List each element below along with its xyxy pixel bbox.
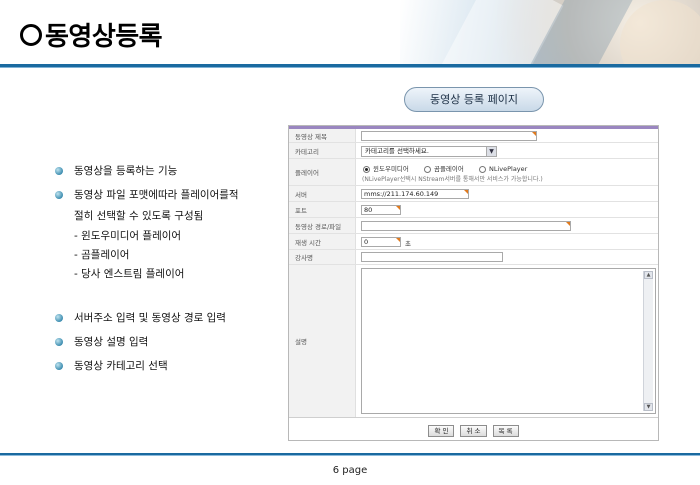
row-title: 동영상 제목 (289, 129, 658, 143)
row-port: 포트 80 (289, 202, 658, 218)
bullet-text: 동영상을 등록하는 기능 (74, 165, 178, 177)
player-radio-group: 윈도우미디어 곰플레이어 NLivePlayer (363, 163, 540, 173)
bullet-text: 동영상 파일 포맷에따라 플레이어를적 (74, 189, 239, 201)
row-category: 카테고리 카테고리를 선택하세요. ▼ (289, 143, 658, 159)
bullet-subitem: - 곰플레이어 (74, 249, 130, 261)
bullet-subitem: - 당사 엔스트림 플레이어 (74, 268, 185, 280)
bullet-icon (55, 362, 63, 370)
form-buttons: 확 인 취 소 목 록 (289, 425, 658, 437)
confirm-button[interactable]: 확 인 (428, 425, 455, 437)
row-player: 플레이어 윈도우미디어 곰플레이어 NLivePlayer (NLivePlay… (289, 159, 658, 186)
title-input[interactable] (361, 131, 537, 141)
category-select[interactable]: 카테고리를 선택하세요. ▼ (361, 146, 497, 157)
scroll-up-icon[interactable]: ▲ (644, 271, 653, 279)
radio-nliveplayer[interactable]: NLivePlayer (478, 165, 527, 173)
server-input[interactable]: mms://211.174.60.149 (361, 189, 469, 199)
scrollbar[interactable]: ▲ ▼ (643, 271, 653, 411)
footer-divider-thin (0, 455, 700, 456)
required-marker (464, 190, 468, 194)
page-title: 동영상등록 (45, 22, 163, 52)
page-number: 6 page (332, 465, 368, 476)
bullet-icon (55, 191, 63, 199)
label-port: 포트 (289, 202, 356, 217)
chevron-down-icon[interactable]: ▼ (486, 147, 496, 156)
label-player: 플레이어 (289, 159, 356, 185)
radio-windows-media[interactable]: 윈도우미디어 (363, 163, 409, 173)
category-selected: 카테고리를 선택하세요. (365, 147, 429, 155)
label-server: 서버 (289, 186, 356, 201)
radio-checked-icon[interactable] (363, 165, 370, 173)
row-description: 설명 ▲ ▼ (289, 265, 658, 418)
scroll-down-icon[interactable]: ▼ (644, 403, 653, 411)
bullet-text: 동영상 카테고리 선택 (74, 360, 168, 372)
row-lecturer: 강사명 (289, 250, 658, 265)
description-textarea[interactable]: ▲ ▼ (361, 268, 656, 414)
radio-unchecked-icon[interactable] (478, 165, 486, 173)
video-register-form: 동영상 제목 카테고리 카테고리를 선택하세요. ▼ 플레이어 윈도우미디어 곰… (288, 125, 659, 441)
cancel-button[interactable]: 취 소 (460, 425, 487, 437)
page-callout: 동영상 등록 페이지 (404, 87, 544, 112)
label-lecturer: 강사명 (289, 250, 356, 264)
lecturer-input[interactable] (361, 252, 503, 262)
list-button[interactable]: 목 록 (492, 425, 519, 437)
bullet-icon (55, 314, 63, 322)
header-banner: 동영상등록 (0, 0, 700, 68)
label-title: 동영상 제목 (289, 129, 356, 142)
radio-unchecked-icon[interactable] (423, 165, 431, 173)
required-marker (566, 222, 570, 226)
title-area: 동영상등록 (20, 16, 163, 53)
path-input[interactable] (361, 221, 571, 231)
label-path: 동영상 경로/파일 (289, 218, 356, 233)
required-marker (532, 132, 536, 136)
bullet-subitem: - 윈도우미디어 플레이어 (74, 230, 182, 242)
bullet-icon (55, 167, 63, 175)
row-duration: 재생 시간 0 초 (289, 234, 658, 250)
row-server: 서버 mms://211.174.60.149 (289, 186, 658, 202)
bullet-text: 절히 선택할 수 있도록 구성됨 (74, 210, 204, 222)
row-path: 동영상 경로/파일 (289, 218, 658, 234)
required-marker (396, 238, 400, 242)
required-marker (396, 206, 400, 210)
bullet-text: 동영상 설명 입력 (74, 336, 149, 348)
label-category: 카테고리 (289, 143, 356, 158)
bullet-icon (55, 338, 63, 346)
label-description: 설명 (289, 265, 356, 417)
duration-input[interactable]: 0 (361, 237, 401, 247)
header-divider-thin (0, 67, 700, 68)
header-photo (400, 0, 700, 66)
label-duration: 재생 시간 (289, 234, 356, 249)
bullet-text: 서버주소 입력 및 동영상 경로 입력 (74, 312, 226, 324)
player-hint: (NLivePlayer선택시 NStream서버를 통해서만 서비스가 가능합… (362, 176, 543, 183)
duration-unit: 초 (405, 240, 411, 248)
port-input[interactable]: 80 (361, 205, 401, 215)
radio-gom-player[interactable]: 곰플레이어 (423, 163, 464, 173)
circle-icon (20, 23, 42, 46)
